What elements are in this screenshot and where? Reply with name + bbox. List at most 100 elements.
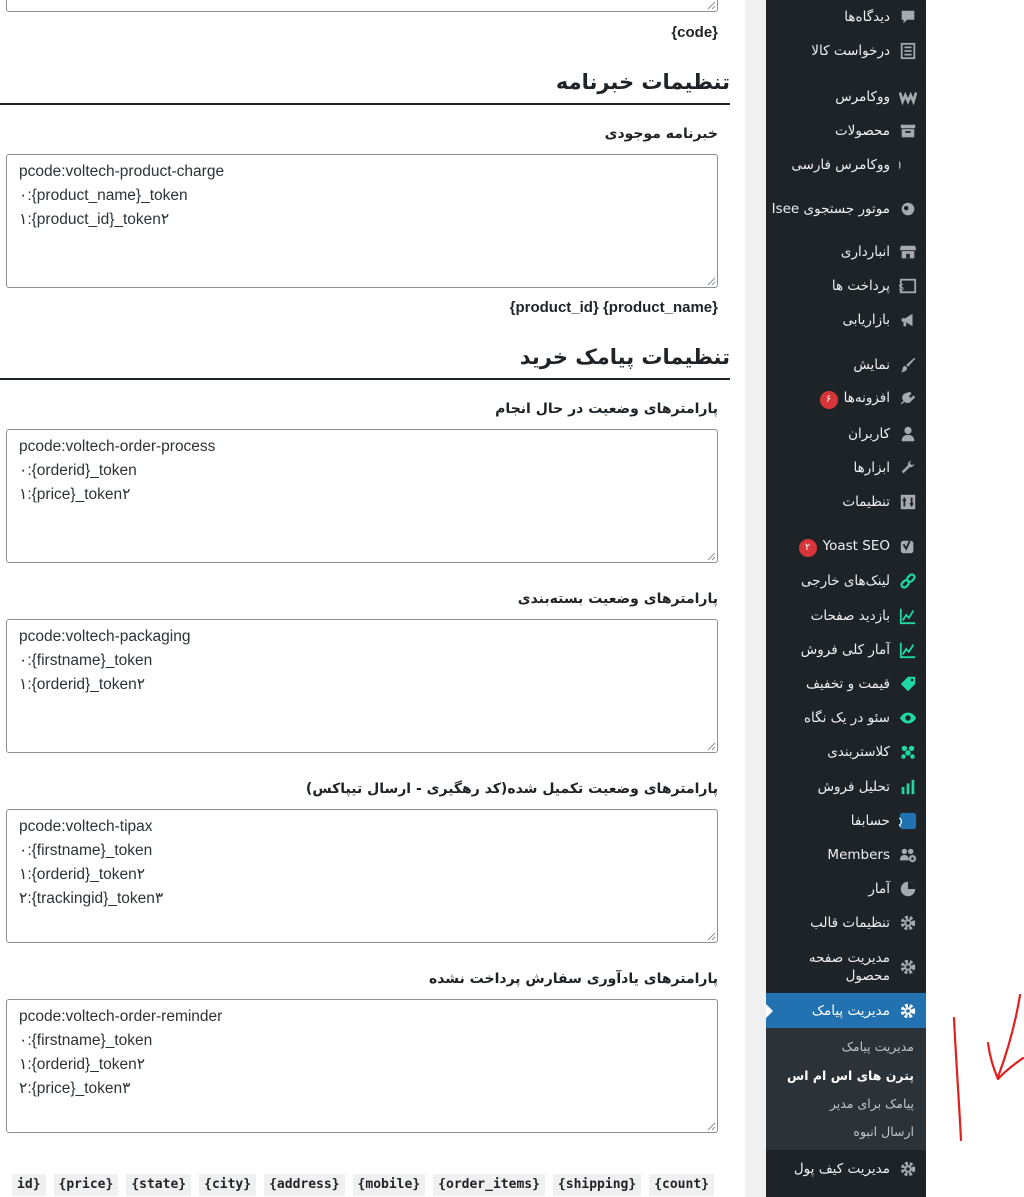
menu-sms-management[interactable]: مدیریت پیامک	[766, 993, 926, 1028]
variable-tokens: {count} {shipping} {order_items} {mobile…	[12, 1174, 714, 1196]
svg-text:IQ: IQ	[899, 816, 903, 829]
menu-woocommerce-persian[interactable]: 99 ووکامرس فارسی	[766, 153, 926, 177]
menu-isee-search[interactable]: موتور جستجوی Isee	[766, 189, 926, 229]
resize-grip-icon[interactable]	[706, 276, 716, 286]
wrench-icon	[890, 459, 926, 477]
packaging-status-textarea[interactable]: pcode:voltech-packaging ۰:{firstname}_to…	[6, 619, 718, 753]
previous-textarea[interactable]	[6, 0, 718, 12]
eye-icon	[890, 709, 926, 727]
comment-icon	[890, 8, 926, 26]
newsletter-variables-hint: {product_id} {product_name}	[509, 299, 718, 316]
unpaid-reminder-label: پارامترهای یادآوری سفارش پرداخت نشده	[428, 971, 718, 987]
menu-clustering[interactable]: کلاستربندی	[766, 740, 926, 764]
processing-status-textarea[interactable]: pcode:voltech-order-process ۰:{orderid}_…	[6, 429, 718, 563]
menu-yoast-seo[interactable]: Yoast SEO۲	[766, 535, 926, 559]
newsletter-heading: تنظیمات خبرنامه	[555, 70, 730, 94]
purchase-sms-heading: تنظیمات پیامک خرید	[519, 345, 730, 369]
menu-product-page-management[interactable]: مدیریت صفحه محصول	[766, 947, 926, 987]
token-chip: {city}	[199, 1174, 257, 1196]
tag-icon	[890, 675, 926, 693]
dollar-icon: $	[890, 277, 926, 295]
resize-grip-icon[interactable]	[706, 551, 716, 561]
resize-grip-icon[interactable]	[706, 0, 716, 10]
token-chip: {price}	[53, 1174, 119, 1196]
code-hint: {code}	[671, 24, 718, 41]
completed-status-textarea[interactable]: pcode:voltech-tipax ۰:{firstname}_token …	[6, 809, 718, 943]
gear-icon	[890, 958, 926, 976]
menu-members[interactable]: Members	[766, 843, 926, 867]
user-icon	[890, 425, 926, 443]
menu-users[interactable]: کاربران	[766, 422, 926, 446]
packaging-status-label: پارامترهای وضعیت بسته‌بندی	[517, 591, 718, 607]
svg-text:$: $	[899, 283, 904, 294]
menu-tools[interactable]: ابزارها	[766, 456, 926, 480]
processing-status-label: پارامترهای وضعیت در حال انجام	[495, 401, 718, 417]
menu-marketing[interactable]: بازاریابی	[766, 308, 926, 332]
menu-appearance[interactable]: نمایش	[766, 353, 926, 377]
submenu-bulk-send[interactable]: ارسال انبوه	[853, 1124, 914, 1139]
token-chip: {order_items}	[433, 1174, 545, 1196]
plugin-icon	[890, 390, 926, 408]
menu-woocommerce[interactable]: ووکامرس	[766, 85, 926, 109]
gear-icon	[890, 914, 926, 932]
unpaid-reminder-textarea[interactable]: pcode:voltech-order-reminder ۰:{firstnam…	[6, 999, 718, 1133]
menu-sales-analysis[interactable]: تحلیل فروش	[766, 775, 926, 799]
archive-icon	[890, 122, 926, 140]
token-chip: {count}	[649, 1174, 714, 1196]
settings-icon	[890, 493, 926, 511]
menu-wallet-management[interactable]: مدیریت کیف پول	[766, 1157, 926, 1181]
submenu-admin-sms[interactable]: پیامک برای مدیر	[830, 1096, 914, 1111]
heading-divider	[0, 378, 730, 380]
pie-chart-icon	[890, 880, 926, 898]
members-icon	[890, 846, 926, 864]
chart-line-icon	[890, 607, 926, 625]
menu-comments[interactable]: دیدگاه‌ها	[766, 5, 926, 29]
menu-sales-overview[interactable]: آمار کلی فروش	[766, 638, 926, 662]
resize-grip-icon[interactable]	[706, 931, 716, 941]
token-chip: {shipping}	[552, 1174, 642, 1196]
annotation-area	[926, 0, 1024, 1197]
woocommerce-icon	[890, 88, 926, 106]
stock-newsletter-textarea[interactable]: pcode:voltech-product-charge ۰:{product_…	[6, 154, 718, 288]
resize-grip-icon[interactable]	[706, 741, 716, 751]
submenu-sms-patterns[interactable]: پترن های اس ام اس	[787, 1068, 914, 1083]
token-chip: {mobile}	[352, 1174, 426, 1196]
menu-theme-settings[interactable]: تنظیمات قالب	[766, 911, 926, 935]
bar-chart-icon	[890, 778, 926, 796]
hesabfa-icon: IQ	[890, 812, 926, 830]
sms-submenu: مدیریت پیامک پترن های اس ام اس پیامک برا…	[766, 1028, 926, 1150]
yoast-icon	[890, 538, 926, 556]
eye-search-icon	[890, 200, 926, 218]
token-chip: {state}	[126, 1174, 192, 1196]
stock-newsletter-label: خبرنامه موجودی	[604, 126, 718, 142]
admin-sidebar: دیدگاه‌ها درخواست کالا ووکامرس محصولات 9…	[766, 0, 926, 1197]
completed-status-label: پارامترهای وضعیت تکمیل شده(کد رهگیری - ا…	[305, 781, 718, 797]
menu-payments[interactable]: $ پرداخت ها	[766, 274, 926, 298]
menu-inventory[interactable]: انبارداری	[766, 240, 926, 264]
hand-drawn-arrow-annotation	[952, 993, 1024, 1142]
menu-product-request[interactable]: درخواست کالا	[766, 39, 926, 63]
store-icon	[890, 243, 926, 261]
menu-external-links[interactable]: لینک‌های خارجی	[766, 569, 926, 593]
megaphone-icon	[890, 311, 926, 329]
gear-icon	[890, 1160, 926, 1178]
menu-seo-glance[interactable]: سئو در یک نگاه	[766, 706, 926, 730]
menu-statistics[interactable]: آمار	[766, 877, 926, 901]
link-icon	[890, 572, 926, 590]
menu-price-discount[interactable]: قیمت و تخفیف	[766, 672, 926, 696]
menu-page-views[interactable]: بازدید صفحات	[766, 604, 926, 628]
resize-grip-icon[interactable]	[706, 1121, 716, 1131]
menu-products[interactable]: محصولات	[766, 119, 926, 143]
quote-icon: 99	[890, 156, 926, 174]
heading-divider	[0, 103, 730, 105]
menu-plugins[interactable]: افزونه‌ها۶	[766, 387, 926, 411]
submenu-sms-management[interactable]: مدیریت پیامک	[842, 1039, 914, 1054]
list-icon	[890, 42, 926, 60]
settings-content: {code} تنظیمات خبرنامه خبرنامه موجودی pc…	[0, 0, 766, 1197]
token-chip: id}	[12, 1174, 46, 1196]
menu-settings[interactable]: تنظیمات	[766, 490, 926, 514]
menu-hesabfa[interactable]: IQ حسابفا	[766, 809, 926, 833]
update-count-badge: ۶	[819, 391, 838, 409]
brush-icon	[890, 356, 926, 374]
gear-icon	[890, 1002, 926, 1020]
